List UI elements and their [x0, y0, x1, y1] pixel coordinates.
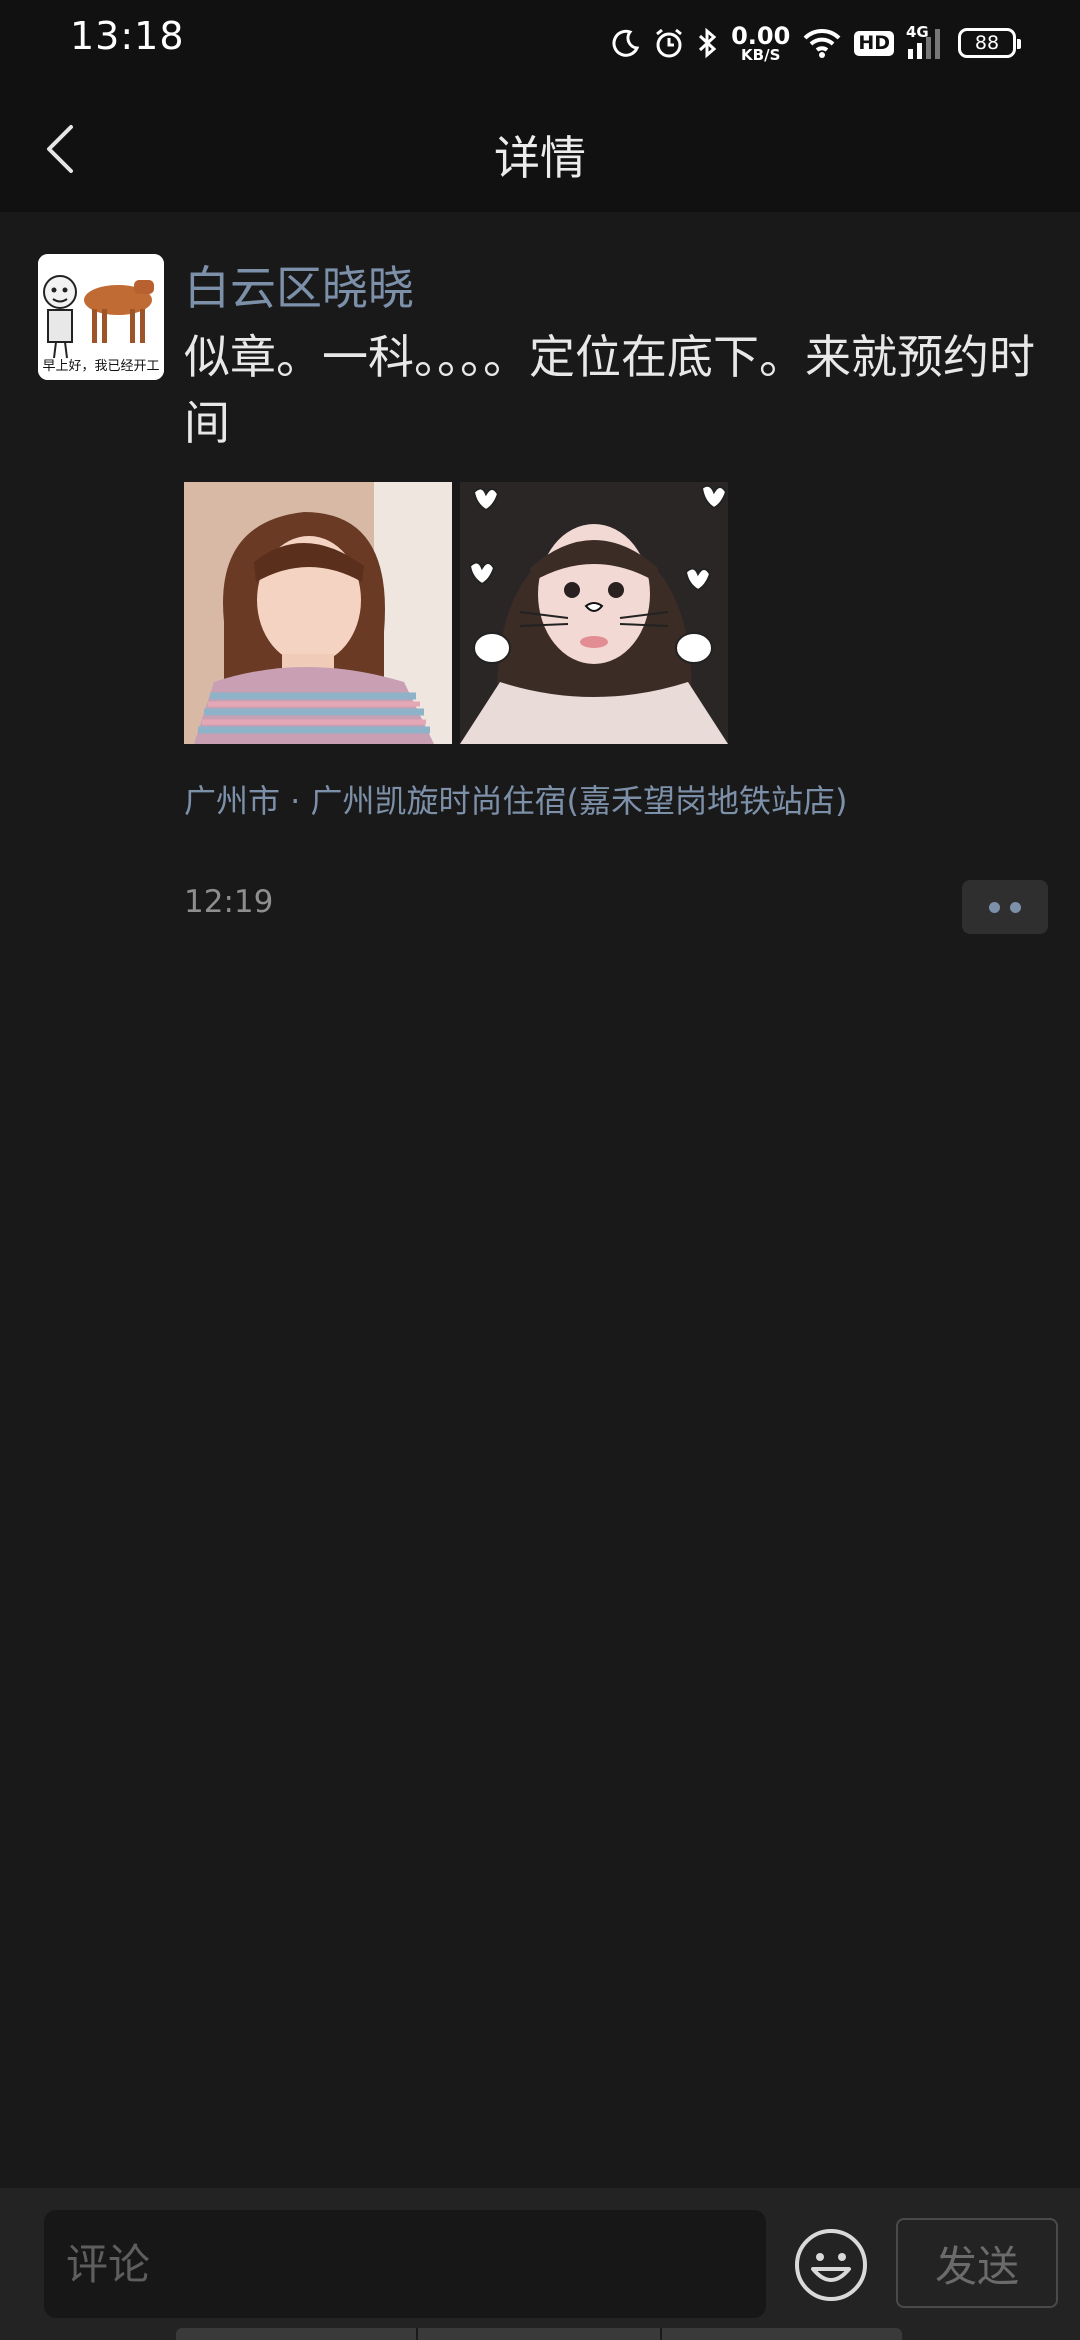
battery-level: 88	[974, 32, 1000, 54]
emoji-icon	[795, 2229, 867, 2301]
location-link[interactable]: 广州市 · 广州凯旋时尚住宿(嘉禾望岗地铁站店)	[184, 776, 848, 822]
photo-1[interactable]	[184, 482, 452, 744]
post-time: 12:19	[184, 884, 274, 920]
status-icons: 0.00 KB/S HD 4G 88	[611, 18, 1021, 68]
photo-grid	[184, 482, 728, 744]
moon-icon	[611, 21, 641, 65]
hd-badge: HD	[854, 30, 894, 56]
more-actions-button[interactable]	[962, 880, 1048, 934]
comment-bar: 发送	[0, 2188, 1080, 2340]
home-indicator-divider	[660, 2328, 662, 2340]
author-name[interactable]: 白云区晓晓	[184, 252, 414, 318]
network-type-label: 4G	[906, 23, 929, 41]
avatar[interactable]: 早上好，我已经开工	[38, 254, 164, 380]
comment-input[interactable]	[44, 2210, 766, 2318]
home-indicator-divider	[416, 2328, 418, 2340]
title-bar: 详情	[0, 84, 1080, 212]
avatar-caption: 早上好，我已经开工	[42, 359, 160, 374]
post-text: 似章。一科。。。。定位在底下。来就预约时间	[184, 330, 1035, 450]
bluetooth-icon	[697, 21, 719, 65]
more-dots-icon	[989, 901, 1000, 913]
more-dots-icon	[1010, 901, 1021, 913]
signal-icon: 4G	[906, 21, 946, 65]
status-bar: 13:18 0.00 KB/S HD 4G 88	[0, 0, 1080, 84]
home-indicator	[176, 2328, 902, 2340]
wifi-icon	[802, 21, 842, 65]
alarm-icon	[653, 21, 685, 65]
network-speed: 0.00 KB/S	[731, 24, 790, 63]
photo-2[interactable]	[460, 482, 728, 744]
status-time: 13:18	[70, 14, 185, 58]
battery-icon: 88	[958, 28, 1021, 58]
network-speed-value: 0.00	[731, 21, 791, 50]
network-speed-unit: KB/S	[741, 45, 781, 64]
moments-detail-screen: 13:18 0.00 KB/S HD 4G 88 详情 早上好，我已经开工 白云…	[0, 0, 1080, 2340]
emoji-button[interactable]	[792, 2226, 870, 2304]
page-title: 详情	[494, 131, 586, 185]
send-button[interactable]: 发送	[896, 2218, 1058, 2308]
